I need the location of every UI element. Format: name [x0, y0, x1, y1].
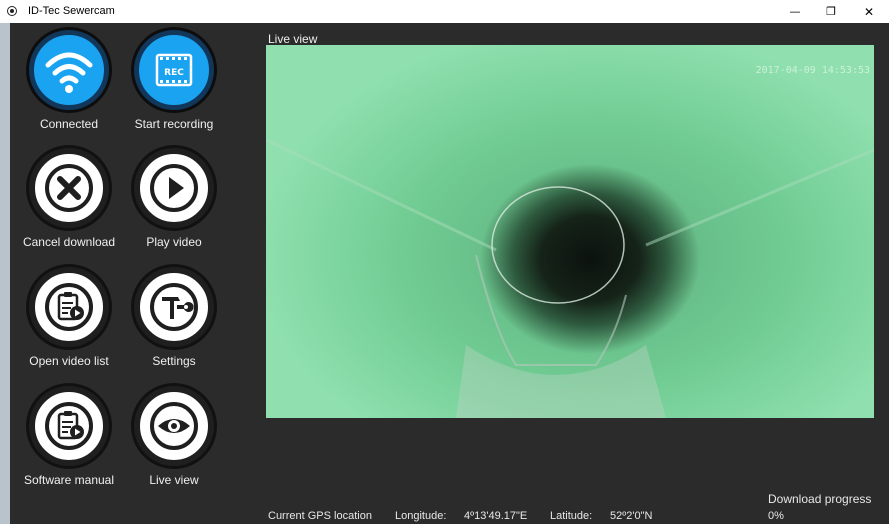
- play-video-button[interactable]: Play video: [124, 148, 224, 260]
- title-bar: ID-Tec Sewercam — ❐ ✕: [0, 0, 889, 23]
- window-title: ID-Tec Sewercam: [28, 5, 115, 17]
- minimize-button[interactable]: —: [778, 0, 812, 23]
- longitude-value: 4º13'49.17"E: [464, 510, 528, 522]
- open-video-list-label: Open video list: [29, 354, 109, 368]
- wifi-icon: [29, 30, 109, 110]
- settings-label: Settings: [152, 354, 196, 368]
- open-video-list-button[interactable]: Open video list: [19, 267, 119, 379]
- app-logo-icon: [7, 6, 17, 16]
- gps-label: Current GPS location: [268, 510, 372, 522]
- close-button[interactable]: ✕: [852, 0, 886, 23]
- rec-film-icon: REC: [134, 30, 214, 110]
- hammer-wrench-icon: [134, 267, 214, 347]
- play-video-label: Play video: [146, 235, 202, 249]
- cancel-download-label: Cancel download: [22, 235, 116, 249]
- start-recording-button[interactable]: REC Start recording: [124, 30, 224, 142]
- download-progress-label: Download progress: [768, 492, 872, 506]
- latitude-value: 52º2'0"N: [610, 510, 653, 522]
- live-view-label: Live view: [149, 473, 199, 487]
- live-video-feed: 2017-04-09 14:53:53: [266, 45, 874, 418]
- software-manual-button[interactable]: Software manual: [19, 386, 119, 498]
- start-recording-label: Start recording: [134, 117, 214, 131]
- app-window: ID-Tec Sewercam — ❐ ✕ Connected REC Star…: [0, 0, 889, 524]
- eye-icon: [134, 386, 214, 466]
- connected-label: Connected: [39, 117, 99, 131]
- window-left-edge: [0, 23, 10, 524]
- clipboard-play-icon: [29, 386, 109, 466]
- longitude-label: Longitude:: [395, 510, 447, 522]
- pipe-overlay: [266, 138, 874, 418]
- cancel-download-button[interactable]: Cancel download: [19, 148, 119, 260]
- clipboard-play-icon: [29, 267, 109, 347]
- maximize-button[interactable]: ❐: [814, 0, 848, 23]
- x-icon: [29, 148, 109, 228]
- video-timestamp: 2017-04-09 14:53:53: [755, 65, 870, 76]
- live-view-button[interactable]: Live view: [124, 386, 224, 498]
- latitude-label: Latitude:: [550, 510, 593, 522]
- play-icon: [134, 148, 214, 228]
- live-view-title: Live view: [268, 32, 318, 46]
- connected-button[interactable]: Connected: [19, 30, 119, 142]
- settings-button[interactable]: Settings: [124, 267, 224, 379]
- software-manual-label: Software manual: [23, 473, 115, 487]
- rec-icon-text: REC: [164, 68, 184, 78]
- download-progress-value: 0%: [768, 510, 784, 522]
